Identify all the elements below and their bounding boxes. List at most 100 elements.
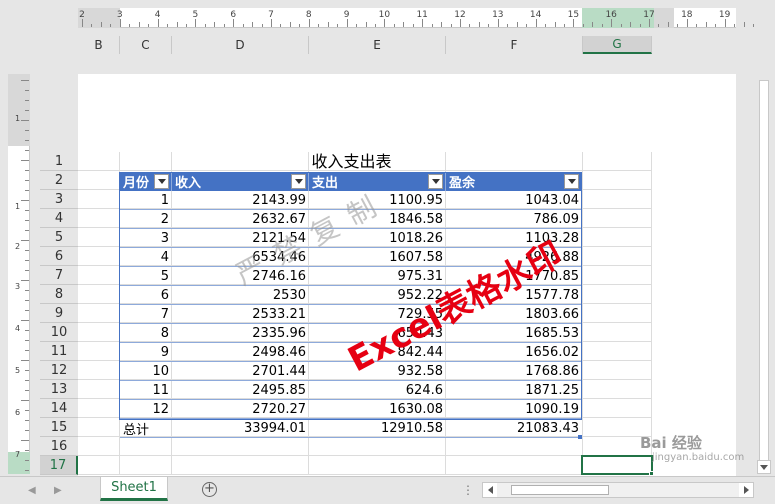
- total-cell[interactable]: 21083.43: [446, 419, 582, 438]
- scroll-left-button[interactable]: [483, 483, 497, 497]
- vertical-scrollbar[interactable]: [757, 74, 771, 474]
- grid-cell[interactable]: [78, 266, 120, 285]
- grid-cell[interactable]: [78, 342, 120, 361]
- table-header-cell[interactable]: 盈余: [446, 172, 582, 191]
- table-cell[interactable]: 2143.99: [172, 191, 309, 210]
- grid-cell[interactable]: [78, 418, 120, 437]
- grid-cell[interactable]: [78, 247, 120, 266]
- selected-cell[interactable]: [581, 455, 653, 475]
- row-header-14[interactable]: 14: [40, 399, 78, 418]
- table-cell[interactable]: 2498.46: [172, 343, 309, 362]
- table-cell[interactable]: 624.6: [309, 381, 446, 400]
- table-cell[interactable]: 1607.58: [309, 248, 446, 267]
- next-sheet-icon[interactable]: ▶: [54, 485, 62, 496]
- horizontal-scrollbar[interactable]: [482, 482, 754, 498]
- table-cell[interactable]: 1043.04: [446, 191, 582, 210]
- scroll-right-button[interactable]: [739, 483, 753, 497]
- total-cell[interactable]: 12910.58: [309, 419, 446, 438]
- row-header-6[interactable]: 6: [40, 247, 78, 266]
- row-header-9[interactable]: 9: [40, 304, 78, 323]
- grid-cell[interactable]: [583, 304, 652, 323]
- table-cell[interactable]: 2701.44: [172, 362, 309, 381]
- row-header-16[interactable]: 16: [40, 437, 78, 456]
- table-cell[interactable]: 2530: [172, 286, 309, 305]
- grid-cell[interactable]: [583, 285, 652, 304]
- grid-cell[interactable]: [78, 380, 120, 399]
- row-header-8[interactable]: 8: [40, 285, 78, 304]
- table-cell[interactable]: 2335.96: [172, 324, 309, 343]
- column-header-d[interactable]: D: [172, 36, 309, 54]
- grid-cell[interactable]: [78, 304, 120, 323]
- grid-cell[interactable]: [583, 342, 652, 361]
- row-header-12[interactable]: 12: [40, 361, 78, 380]
- sheet-tab-sheet1[interactable]: Sheet1: [100, 477, 168, 501]
- horizontal-scroll-thumb[interactable]: [511, 485, 609, 495]
- grid-cell[interactable]: [120, 437, 172, 456]
- table-cell[interactable]: 11: [120, 381, 172, 400]
- vertical-scroll-thumb[interactable]: [759, 80, 769, 465]
- table-cell[interactable]: 1685.53: [446, 324, 582, 343]
- grid-cell[interactable]: [583, 171, 652, 190]
- row-header-10[interactable]: 10: [40, 323, 78, 342]
- grid-cell[interactable]: [172, 456, 309, 475]
- table-cell[interactable]: 4: [120, 248, 172, 267]
- column-header-e[interactable]: E: [309, 36, 446, 54]
- grid-cell[interactable]: [78, 171, 120, 190]
- column-header-c[interactable]: C: [120, 36, 172, 54]
- grid-cell[interactable]: [120, 456, 172, 475]
- grid-cell[interactable]: [309, 456, 446, 475]
- table-cell[interactable]: 2533.21: [172, 305, 309, 324]
- grid-cell[interactable]: [172, 437, 309, 456]
- table-header-cell[interactable]: 月份: [120, 172, 172, 191]
- grid-cell[interactable]: [446, 437, 583, 456]
- table-cell[interactable]: 1768.86: [446, 362, 582, 381]
- scroll-down-button[interactable]: [757, 460, 771, 474]
- add-sheet-icon[interactable]: +: [202, 482, 217, 497]
- table-cell[interactable]: 2495.85: [172, 381, 309, 400]
- grid-cell[interactable]: [583, 190, 652, 209]
- table-cell[interactable]: 9: [120, 343, 172, 362]
- table-cell[interactable]: 1656.02: [446, 343, 582, 362]
- filter-dropdown-button[interactable]: [564, 174, 579, 189]
- grid-cell[interactable]: [78, 323, 120, 342]
- row-header-5[interactable]: 5: [40, 228, 78, 247]
- split-handle-icon[interactable]: ⋮: [462, 483, 474, 497]
- table-cell[interactable]: 975.31: [309, 267, 446, 286]
- grid-cell[interactable]: [583, 209, 652, 228]
- table-cell[interactable]: 3: [120, 229, 172, 248]
- grid-cell[interactable]: [446, 456, 583, 475]
- grid-cell[interactable]: [78, 209, 120, 228]
- table-cell[interactable]: 2: [120, 210, 172, 229]
- table-cell[interactable]: 12: [120, 400, 172, 419]
- grid-cell[interactable]: [78, 228, 120, 247]
- grid-cell[interactable]: [78, 399, 120, 418]
- row-header-11[interactable]: 11: [40, 342, 78, 361]
- filter-dropdown-button[interactable]: [154, 174, 169, 189]
- column-header-g[interactable]: G: [583, 36, 652, 54]
- row-header-17[interactable]: 17: [40, 456, 78, 475]
- grid-cell[interactable]: [583, 361, 652, 380]
- grid-cell[interactable]: [583, 380, 652, 399]
- grid-cell[interactable]: [78, 361, 120, 380]
- row-header-1[interactable]: 1: [40, 152, 78, 171]
- table-cell[interactable]: 2720.27: [172, 400, 309, 419]
- grid-cell[interactable]: [78, 456, 120, 475]
- table-cell[interactable]: 1871.25: [446, 381, 582, 400]
- grid-cell[interactable]: [78, 437, 120, 456]
- row-header-4[interactable]: 4: [40, 209, 78, 228]
- table-cell[interactable]: 1630.08: [309, 400, 446, 419]
- table-cell[interactable]: 8: [120, 324, 172, 343]
- column-header-f[interactable]: F: [446, 36, 583, 54]
- grid-cell[interactable]: [309, 437, 446, 456]
- grid-cell[interactable]: [583, 228, 652, 247]
- filter-dropdown-button[interactable]: [428, 174, 443, 189]
- total-cell[interactable]: 总计: [120, 419, 172, 438]
- row-header-3[interactable]: 3: [40, 190, 78, 209]
- filter-dropdown-button[interactable]: [291, 174, 306, 189]
- grid-cell[interactable]: [583, 399, 652, 418]
- grid-cell[interactable]: [583, 152, 652, 171]
- column-header-b[interactable]: B: [78, 36, 120, 54]
- row-header-13[interactable]: 13: [40, 380, 78, 399]
- grid-cell[interactable]: [583, 266, 652, 285]
- prev-sheet-icon[interactable]: ◀: [28, 485, 36, 496]
